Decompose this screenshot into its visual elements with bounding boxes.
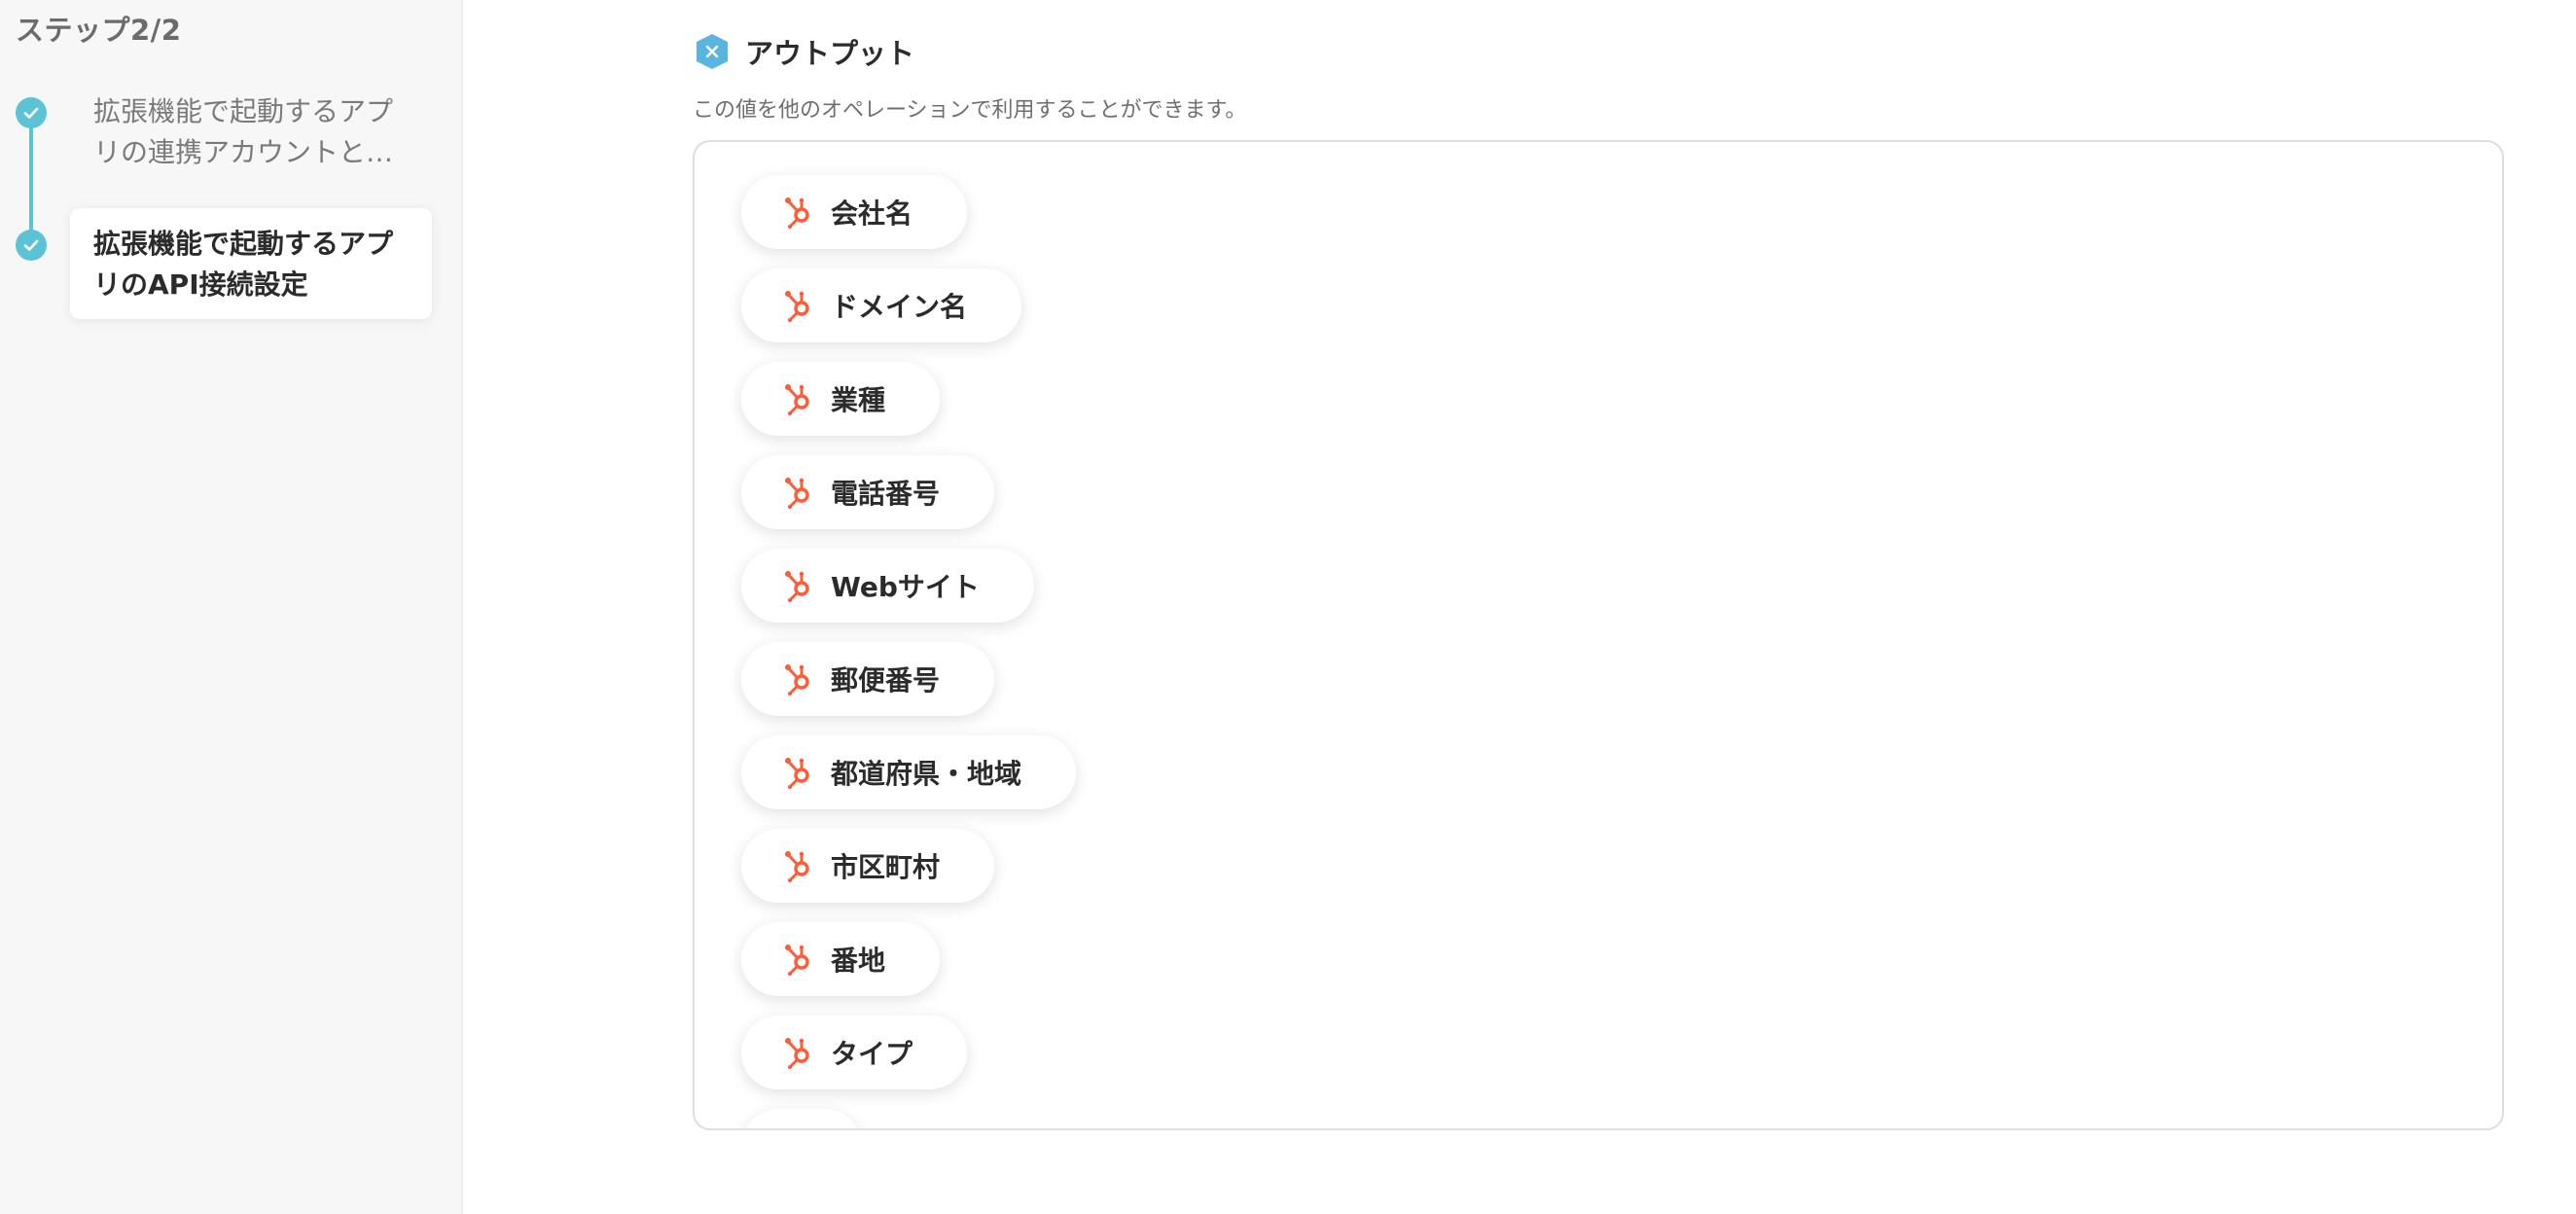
- sidebar-step-2-card[interactable]: 拡張機能で起動するアプリのAPI接続設定: [70, 208, 432, 319]
- output-chip[interactable]: ドメイン名: [741, 268, 1022, 342]
- output-chip-label: 会社名: [831, 197, 913, 230]
- section-title: アウトプット: [745, 37, 915, 70]
- output-chip[interactable]: 郵便番号: [741, 642, 995, 716]
- output-chip-label: Webサイト: [831, 571, 980, 603]
- sidebar-step-2: 拡張機能で起動するアプリのAPI接続設定: [93, 228, 394, 301]
- main-content: アウトプット この値を他のオペレーションで利用することができます。 会社名ドメイ…: [463, 0, 2576, 1214]
- hubspot-icon: [785, 478, 809, 509]
- hubspot-icon: [785, 571, 809, 602]
- output-chip[interactable]: 市区町村: [741, 829, 995, 903]
- hubspot-icon: [785, 664, 809, 696]
- output-section-header: アウトプット: [693, 31, 914, 72]
- output-list-box[interactable]: 会社名ドメイン名業種電話番号 Webサイト 郵便番号都道府県・地域 市区町村番地タイプ: [693, 140, 2504, 1130]
- output-chip[interactable]: 電話番号: [741, 455, 995, 529]
- output-chip[interactable]: Webサイト: [741, 549, 1034, 623]
- output-chip[interactable]: 番地: [741, 922, 941, 996]
- output-chip-partial[interactable]: [741, 1109, 862, 1128]
- hexagon-x-icon: [697, 34, 728, 69]
- hubspot-icon: [785, 384, 809, 415]
- output-chip[interactable]: 都道府県・地域: [741, 735, 1077, 809]
- output-list: 会社名ドメイン名業種電話番号 Webサイト 郵便番号都道府県・地域 市区町村番地タイプ: [741, 175, 1077, 1128]
- sidebar: ステップ2/2 拡張機能で起動するアプリの連携アカウントと… 拡張機能で起動する…: [0, 0, 463, 1214]
- output-chip-label: 都道府県・地域: [831, 758, 1022, 790]
- output-chip-label: 市区町村: [831, 851, 941, 883]
- hubspot-icon: [785, 945, 809, 976]
- hubspot-icon: [785, 1038, 809, 1069]
- section-description: この値を他のオペレーションで利用することができます。: [693, 98, 1247, 123]
- output-chip-label: ドメイン名: [831, 291, 968, 323]
- step-1-check-icon: [16, 97, 47, 128]
- step-connector-line: [29, 113, 33, 245]
- output-chip-label: 番地: [831, 945, 886, 977]
- output-chip[interactable]: 業種: [741, 362, 941, 436]
- output-chip-label: 業種: [831, 384, 886, 416]
- hubspot-icon: [785, 291, 809, 322]
- output-chip[interactable]: タイプ: [741, 1016, 968, 1089]
- output-chip-label: タイプ: [831, 1038, 913, 1070]
- sidebar-step-1[interactable]: 拡張機能で起動するアプリの連携アカウントと…: [93, 91, 414, 173]
- hubspot-icon: [785, 851, 809, 882]
- output-chip[interactable]: 会社名: [741, 175, 968, 249]
- hubspot-icon: [785, 758, 809, 789]
- output-chip-label: 郵便番号: [831, 664, 941, 696]
- output-chip-label: 電話番号: [831, 478, 941, 510]
- hubspot-icon: [785, 197, 809, 229]
- step-counter: ステップ2/2: [16, 14, 182, 47]
- step-2-check-icon: [16, 230, 47, 261]
